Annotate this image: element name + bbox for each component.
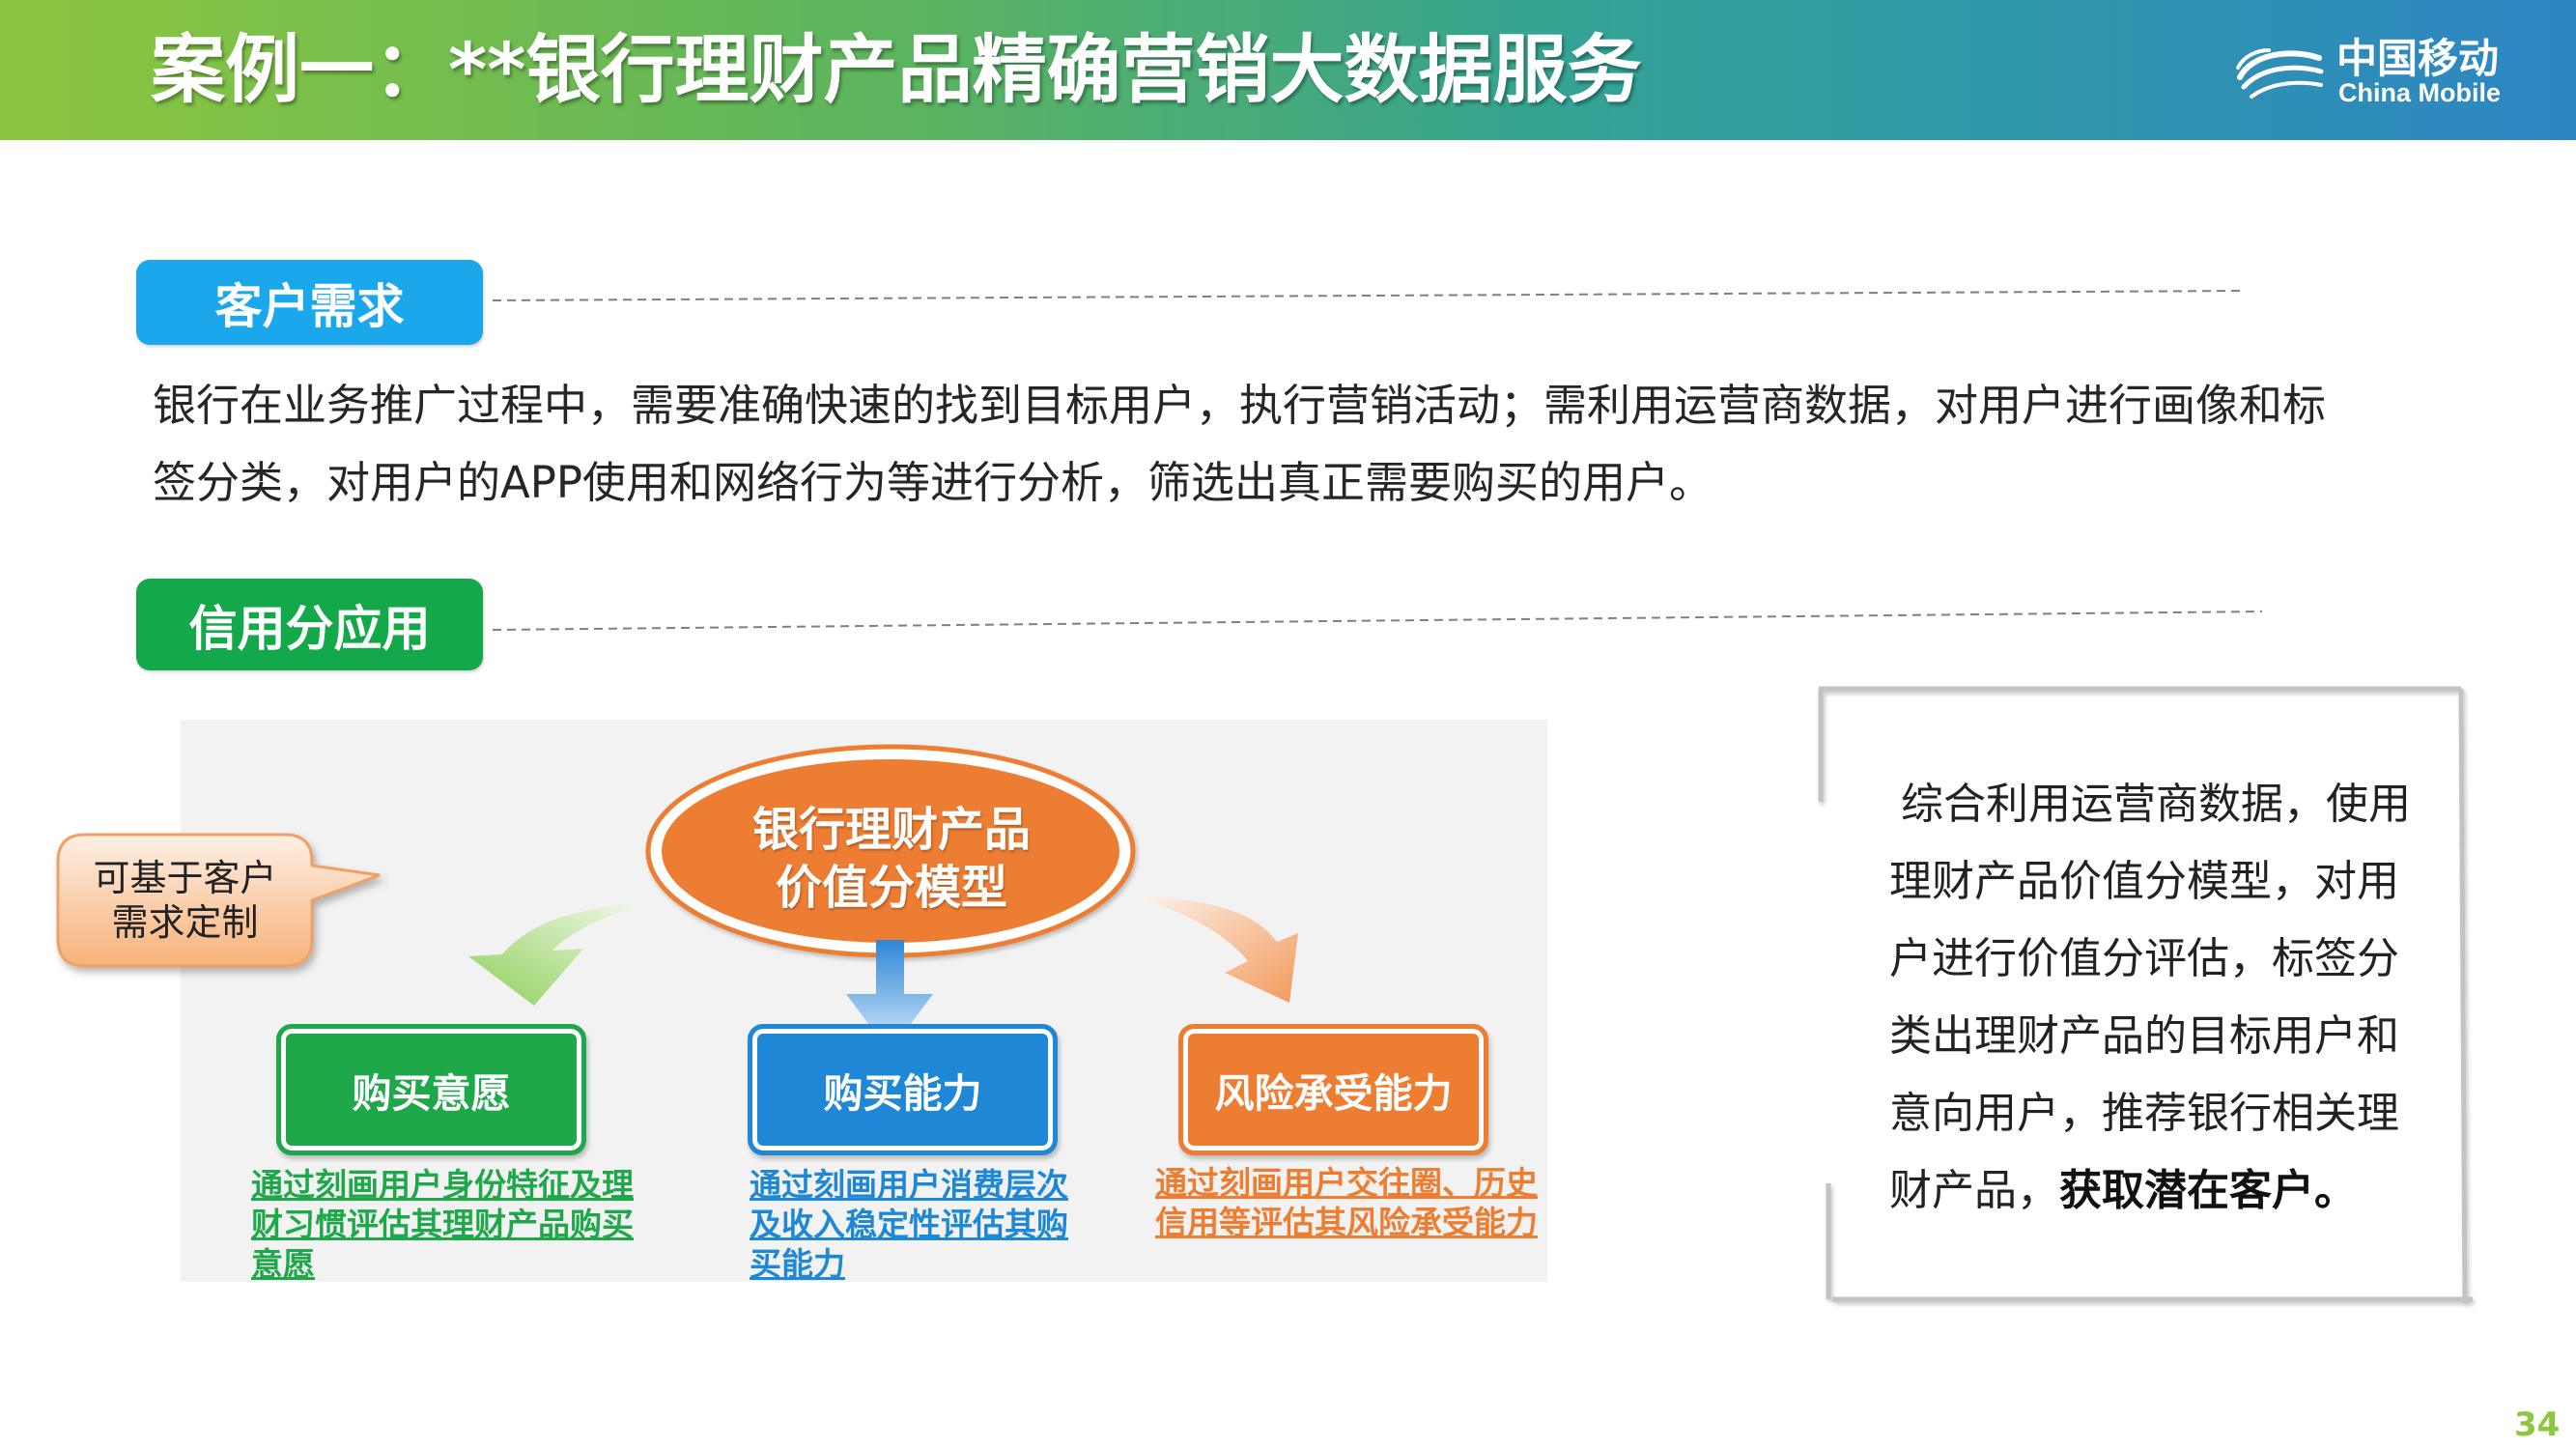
summary-line: 类出理财产品的目标用户和 bbox=[1889, 1011, 2399, 1061]
model-title-line: 价值分模型 bbox=[775, 861, 1007, 915]
callout-text: 可基于客户 需求定制 bbox=[58, 835, 312, 966]
summary-line: 理财产品价值分模型，对用 bbox=[1889, 857, 2399, 906]
dimension-label: 购买意愿 bbox=[352, 1070, 511, 1117]
summary-highlight: 获取潜在客户。 bbox=[2059, 1166, 2357, 1215]
desc-line: 及收入稳定性评估其购 bbox=[750, 1206, 1068, 1243]
page-number: 34 bbox=[2514, 1406, 2561, 1444]
dimension-box-risk: 风险承受能力 bbox=[1178, 1024, 1488, 1155]
dashed-separator-demand bbox=[492, 290, 2247, 301]
model-title: 银行理财产品 价值分模型 bbox=[649, 801, 1134, 917]
summary-line-last: 财产品，获取潜在客户。 bbox=[1889, 1152, 2411, 1230]
summary-line: 户进行价值分评估，标签分 bbox=[1889, 934, 2399, 983]
desc-line: 通过刻画用户消费层次 bbox=[750, 1166, 1068, 1204]
dimension-box-ability: 购买能力 bbox=[748, 1024, 1058, 1155]
desc-line: 通过刻画用户交往圈、历史 bbox=[1155, 1164, 1538, 1202]
curved-arrow-left-icon bbox=[468, 904, 644, 1006]
dashed-separator-application bbox=[492, 611, 2263, 631]
dimension-label: 购买能力 bbox=[823, 1070, 982, 1117]
summary-text: 综合利用运营商数据，使用 理财产品价值分模型，对用 户进行价值分评估，标签分 类… bbox=[1889, 766, 2411, 1230]
model-title-line: 银行理财产品 bbox=[751, 803, 1031, 857]
desc-line: 通过刻画用户身份特征及理 bbox=[251, 1166, 634, 1204]
desc-line: 信用等评估其风险承受能力 bbox=[1155, 1204, 1538, 1241]
dimension-box-willingness: 购买意愿 bbox=[276, 1024, 586, 1155]
dimension-desc-ability: 通过刻画用户消费层次 及收入稳定性评估其购 买能力 bbox=[750, 1165, 1068, 1284]
dimension-desc-risk: 通过刻画用户交往圈、历史 信用等评估其风险承受能力 bbox=[1155, 1163, 1538, 1242]
callout-line: 需求定制 bbox=[111, 901, 259, 944]
desc-line: 意愿 bbox=[251, 1245, 315, 1283]
dimension-desc-willingness: 通过刻画用户身份特征及理 财习惯评估其理财产品购买 意愿 bbox=[251, 1165, 634, 1284]
curved-arrow-right-icon bbox=[1136, 896, 1298, 1003]
desc-line: 买能力 bbox=[750, 1245, 845, 1283]
dimension-label: 风险承受能力 bbox=[1214, 1070, 1453, 1117]
summary-last-prefix: 财产品， bbox=[1889, 1166, 2059, 1215]
callout-line: 可基于客户 bbox=[93, 857, 277, 899]
summary-line: 意向用户，推荐银行相关理 bbox=[1889, 1089, 2399, 1138]
desc-line: 财习惯评估其理财产品购买 bbox=[251, 1206, 634, 1243]
summary-line: 综合利用运营商数据，使用 bbox=[1901, 780, 2411, 829]
